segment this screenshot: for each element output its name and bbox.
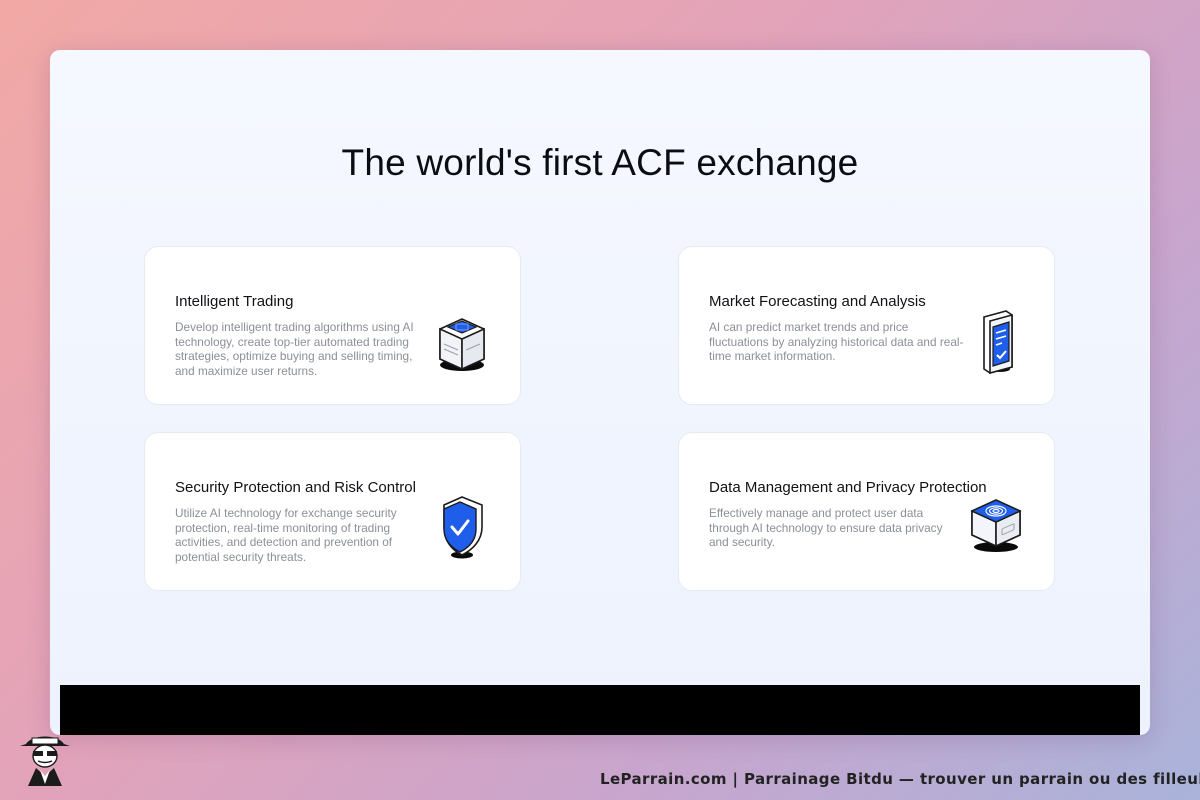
- feature-title: Security Protection and Risk Control: [175, 479, 416, 496]
- feature-description: Develop intelligent trading algorithms u…: [175, 320, 414, 378]
- app-window: The world's first ACF exchange Intellige…: [50, 50, 1150, 735]
- mascot-logo: [18, 728, 72, 786]
- shield-check-icon: [432, 495, 492, 563]
- feature-card-intelligent-trading: Intelligent Trading Develop intelligent …: [144, 246, 521, 405]
- feature-title: Data Management and Privacy Protection: [709, 479, 987, 496]
- feature-description: Effectively manage and protect user data…: [709, 506, 943, 549]
- server-chip-icon: [432, 309, 492, 377]
- document-check-icon: [966, 309, 1026, 377]
- feature-card-security-protection: Security Protection and Risk Control Uti…: [144, 432, 521, 591]
- footer-bar: [60, 685, 1140, 735]
- feature-description: AI can predict market trends and price f…: [709, 320, 964, 363]
- feature-description: Utilize AI technology for exchange secur…: [175, 506, 397, 564]
- fingerprint-box-icon: [966, 495, 1026, 563]
- feature-card-data-management: Data Management and Privacy Protection E…: [678, 432, 1055, 591]
- feature-title: Intelligent Trading: [175, 293, 294, 310]
- page-title: The world's first ACF exchange: [341, 142, 859, 183]
- watermark-text: LeParrain.com | Parrainage Bitdu — trouv…: [600, 770, 1200, 788]
- feature-card-market-forecasting: Market Forecasting and Analysis AI can p…: [678, 246, 1055, 405]
- feature-title: Market Forecasting and Analysis: [709, 293, 926, 310]
